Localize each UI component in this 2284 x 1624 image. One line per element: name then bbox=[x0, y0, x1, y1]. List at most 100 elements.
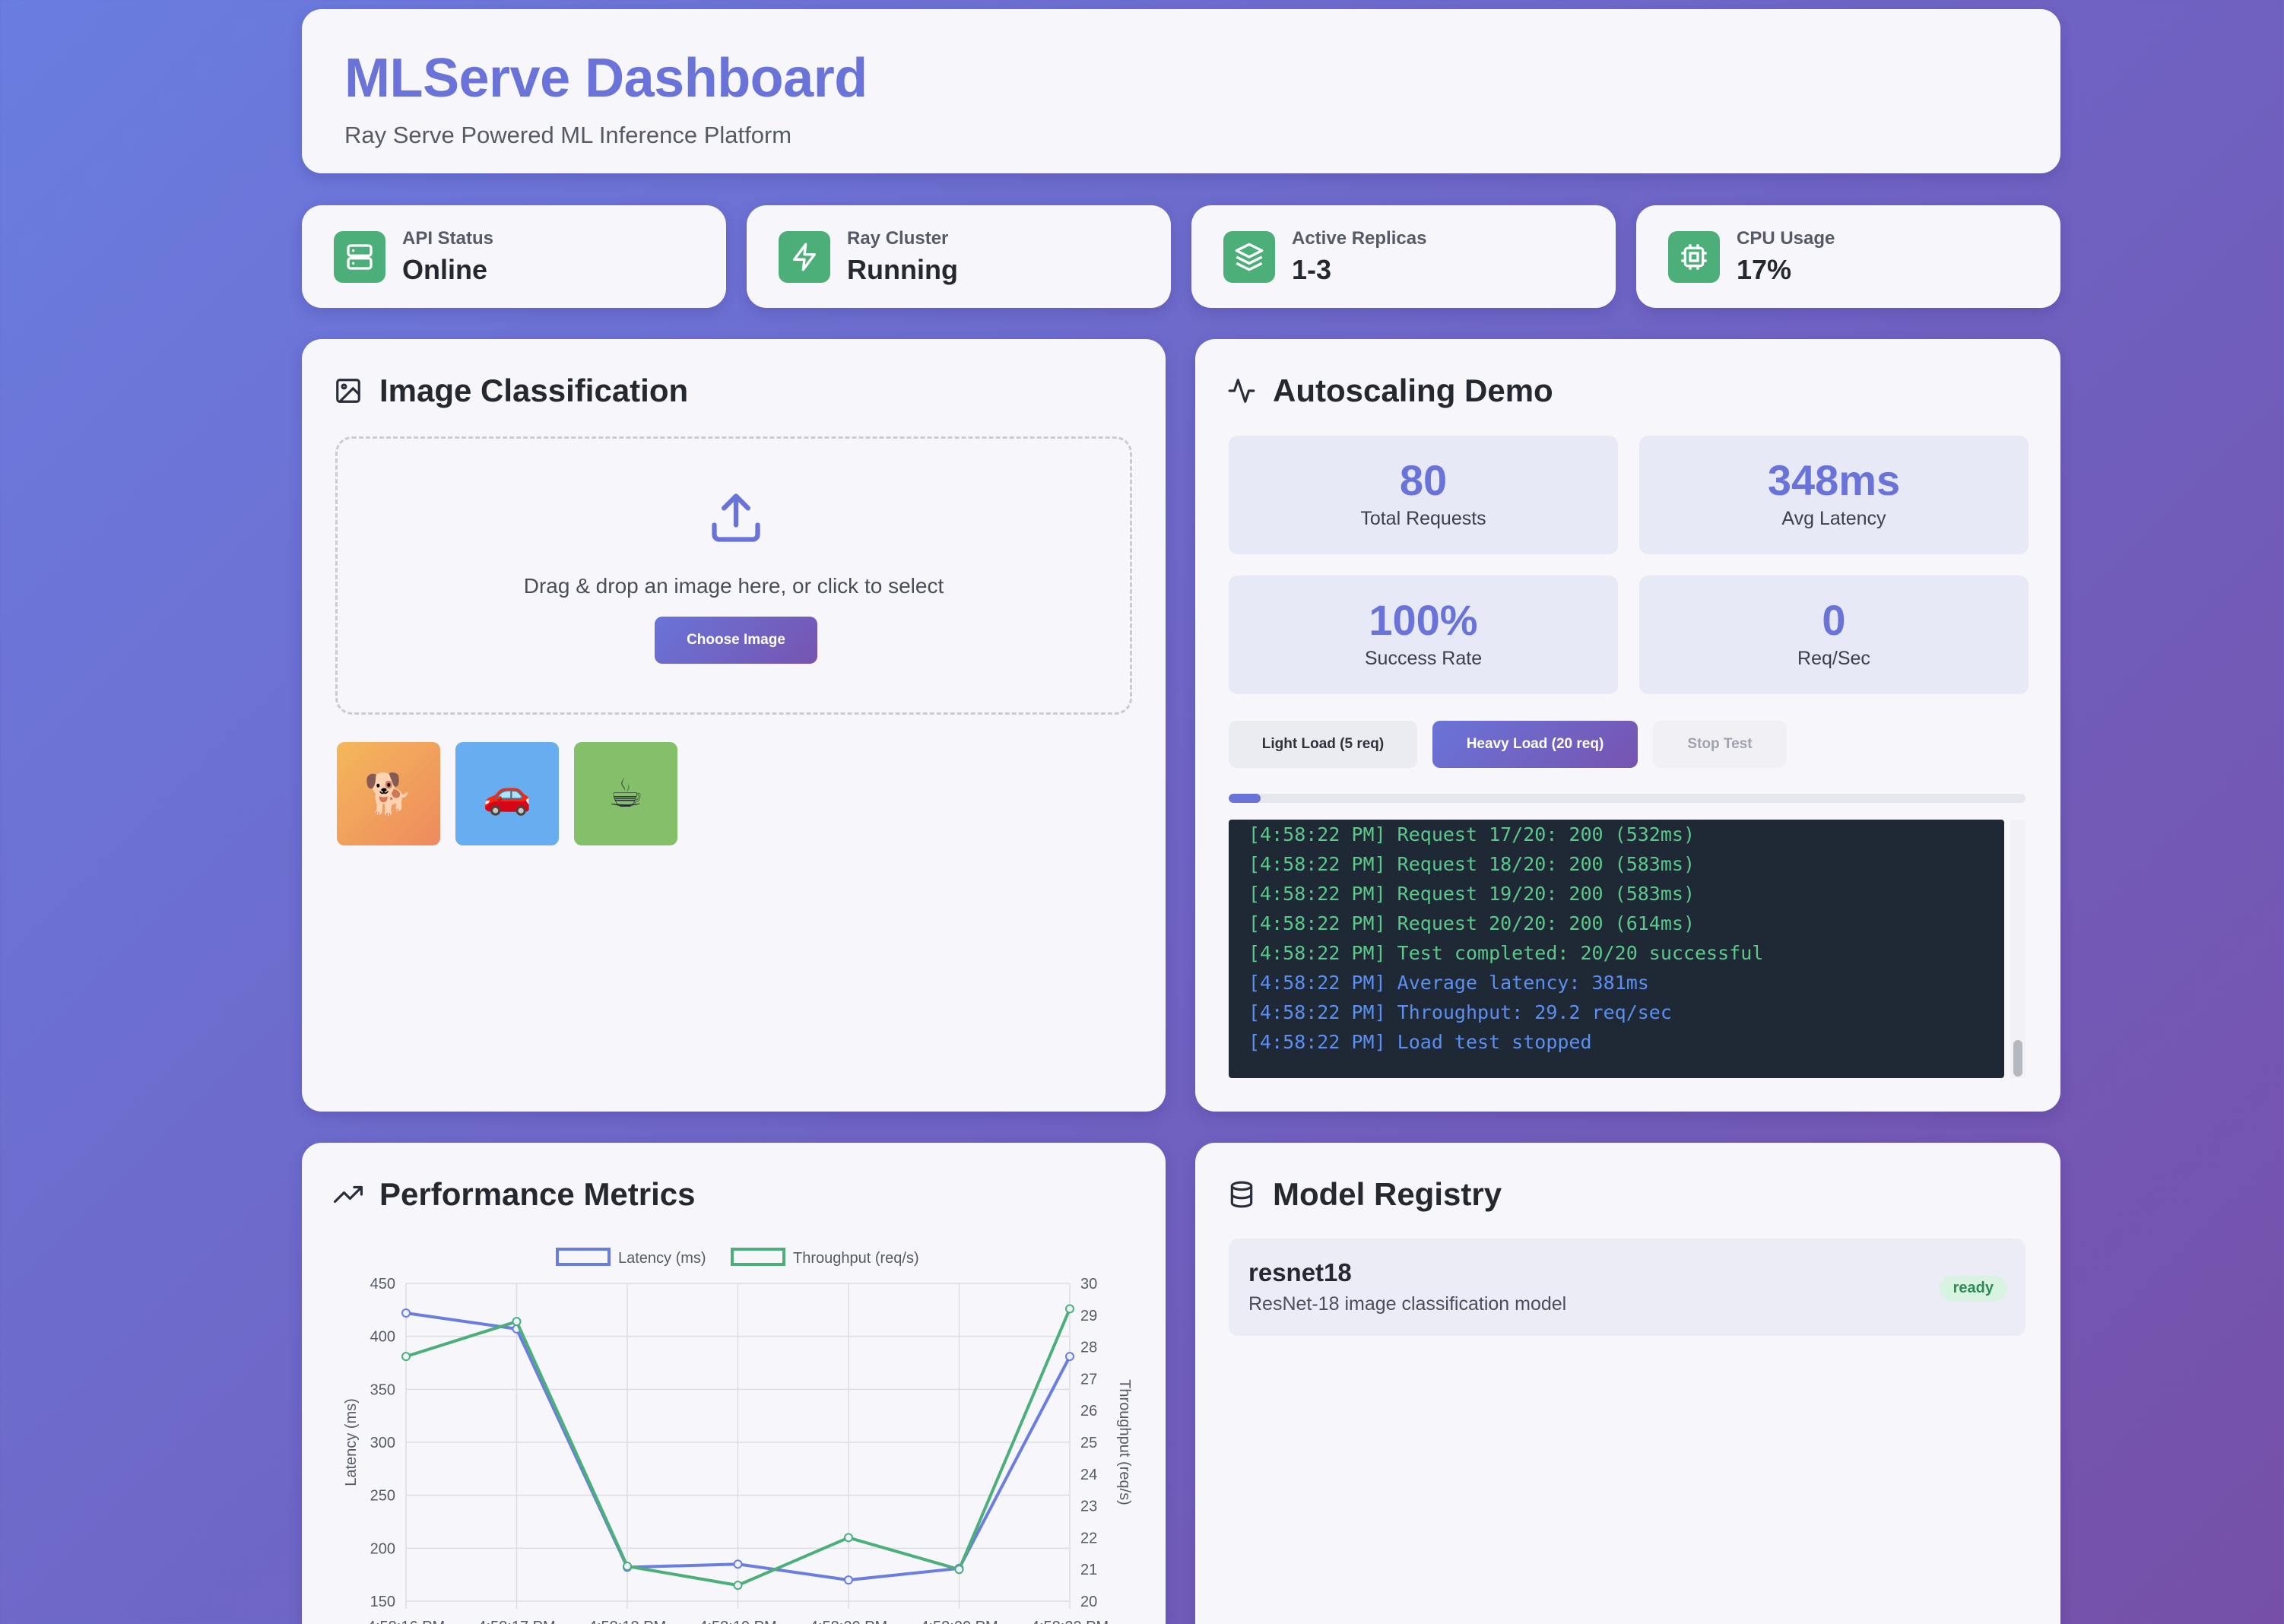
status-label: Active Replicas bbox=[1292, 228, 1427, 249]
y2-tick-label: 21 bbox=[1080, 1562, 1097, 1578]
y-tick-label: 200 bbox=[370, 1540, 395, 1557]
data-point bbox=[401, 1352, 411, 1362]
status-value: Running bbox=[847, 254, 958, 285]
sample-image-dog[interactable]: 🐕 bbox=[337, 742, 440, 845]
y2-axis-title: Throughput (req/s) bbox=[1116, 1379, 1133, 1505]
light-load-button[interactable]: Light Load (5 req) bbox=[1229, 721, 1417, 768]
status-value: 17% bbox=[1737, 254, 1792, 285]
sample-image-car[interactable]: 🚗 bbox=[455, 742, 559, 845]
y2-tick-label: 23 bbox=[1080, 1499, 1097, 1515]
legend-label: Latency (ms) bbox=[618, 1250, 706, 1267]
log-line: [4:58:22 PM] Throughput: 29.2 req/sec bbox=[1248, 1001, 1672, 1023]
app-title: MLServe Dashboard bbox=[344, 48, 868, 109]
metric-label: Total Requests bbox=[1360, 508, 1486, 529]
image-classification-title: Image Classification bbox=[379, 373, 689, 408]
log-line: [4:58:22 PM] Request 17/20: 200 (532ms) bbox=[1248, 823, 1695, 845]
autoscaling-title: Autoscaling Demo bbox=[1273, 373, 1553, 408]
metric-value: 80 bbox=[1399, 456, 1448, 504]
sample-image-coffee[interactable]: ☕ bbox=[574, 742, 677, 845]
log-line: [4:58:22 PM] Average latency: 381ms bbox=[1248, 972, 1649, 994]
x-tick-label: 4:58:18 PM bbox=[588, 1619, 666, 1624]
performance-title: Performance Metrics bbox=[379, 1176, 696, 1212]
database-icon bbox=[1230, 1181, 1253, 1208]
progress-fill bbox=[1229, 794, 1261, 803]
heavy-load-button[interactable]: Heavy Load (20 req) bbox=[1432, 721, 1638, 768]
metric-total-requests: 80 Total Requests bbox=[1229, 436, 1618, 554]
x-tick-label: 4:58:16 PM bbox=[367, 1619, 445, 1624]
trending-up-icon bbox=[334, 1185, 363, 1204]
data-point bbox=[401, 1308, 411, 1318]
model-registry-title: Model Registry bbox=[1273, 1176, 1502, 1212]
panel-title: Performance Metrics bbox=[334, 1176, 696, 1213]
performance-panel: Performance Metrics 150 200 250 300 350 400 45… bbox=[302, 1143, 1166, 1624]
metric-label: Avg Latency bbox=[1781, 508, 1886, 529]
metric-req-per-sec: 0 Req/Sec bbox=[1639, 576, 2029, 694]
x-tick-label: 4:58:22 PM bbox=[1031, 1619, 1109, 1624]
log-scrollbar[interactable] bbox=[2010, 820, 2025, 1078]
y2-tick-label: 22 bbox=[1080, 1530, 1097, 1546]
autoscaling-panel: Autoscaling Demo 80 Total Requests 348ms… bbox=[1195, 339, 2060, 1112]
y-tick-label: 150 bbox=[370, 1594, 395, 1610]
legend-label: Throughput (req/s) bbox=[793, 1250, 919, 1267]
image-icon bbox=[336, 379, 360, 403]
metric-label: Req/Sec bbox=[1797, 648, 1870, 669]
y-tick-label: 300 bbox=[370, 1435, 395, 1451]
data-point bbox=[844, 1533, 853, 1543]
data-point bbox=[512, 1317, 522, 1327]
y2-tick-label: 24 bbox=[1080, 1467, 1097, 1483]
image-classification-panel: Image Classification Drag & drop an imag… bbox=[302, 339, 1166, 1112]
image-dropzone[interactable]: Drag & drop an image here, or click to s… bbox=[335, 436, 1132, 715]
model-card[interactable]: resnet18 ResNet-18 image classification … bbox=[1229, 1239, 2025, 1336]
panel-title: Model Registry bbox=[1227, 1176, 1502, 1213]
app-subtitle: Ray Serve Powered ML Inference Platform bbox=[344, 122, 792, 148]
x-tick-label: 4:58:17 PM bbox=[477, 1619, 555, 1624]
model-description: ResNet-18 image classification model bbox=[1248, 1293, 1567, 1315]
log-line: [4:58:22 PM] Test completed: 20/20 succe… bbox=[1248, 942, 1764, 964]
metric-success-rate: 100% Success Rate bbox=[1229, 576, 1618, 694]
data-point bbox=[844, 1575, 853, 1585]
data-point bbox=[733, 1559, 743, 1569]
lightning-icon bbox=[779, 231, 830, 283]
y-tick-label: 350 bbox=[370, 1381, 395, 1398]
metric-avg-latency: 348ms Avg Latency bbox=[1639, 436, 2029, 554]
legend-swatch bbox=[731, 1248, 785, 1266]
data-point bbox=[733, 1581, 743, 1591]
stop-test-button[interactable]: Stop Test bbox=[1653, 721, 1787, 768]
metric-label: Success Rate bbox=[1364, 648, 1483, 669]
y2-tick-label: 26 bbox=[1080, 1403, 1097, 1419]
status-card-api: API Status Online bbox=[302, 205, 726, 308]
status-card-cpu: CPU Usage 17% bbox=[1636, 205, 2060, 308]
status-label: Ray Cluster bbox=[847, 228, 949, 249]
log-line: [4:58:22 PM] Request 20/20: 200 (614ms) bbox=[1248, 912, 1695, 934]
layers-icon bbox=[1223, 231, 1275, 283]
metric-value: 100% bbox=[1369, 596, 1478, 644]
y2-tick-label: 25 bbox=[1080, 1435, 1097, 1451]
x-tick-label: 4:58:20 PM bbox=[920, 1619, 998, 1624]
dropzone-text: Drag & drop an image here, or click to s… bbox=[523, 574, 944, 598]
activity-icon bbox=[1228, 379, 1255, 403]
data-point bbox=[1065, 1304, 1074, 1314]
status-card-replicas: Active Replicas 1-3 bbox=[1191, 205, 1616, 308]
load-test-progress-bar bbox=[1229, 794, 2025, 803]
panel-title: Image Classification bbox=[334, 373, 688, 409]
y-axis-title: Latency (ms) bbox=[343, 1398, 360, 1486]
y2-tick-label: 30 bbox=[1080, 1276, 1097, 1293]
load-test-log: [4:58:22 PM] Request 17/20: 200 (532ms) … bbox=[1229, 820, 2004, 1078]
status-card-ray: Ray Cluster Running bbox=[747, 205, 1171, 308]
y-tick-label: 250 bbox=[370, 1488, 395, 1505]
status-label: CPU Usage bbox=[1737, 228, 1835, 249]
y2-tick-label: 29 bbox=[1080, 1308, 1097, 1324]
status-value: 1-3 bbox=[1292, 254, 1332, 285]
choose-image-button[interactable]: Choose Image bbox=[655, 617, 817, 664]
status-label: API Status bbox=[402, 228, 494, 249]
log-line: [4:58:22 PM] Request 19/20: 200 (583ms) bbox=[1248, 883, 1695, 905]
model-name: resnet18 bbox=[1248, 1258, 1352, 1286]
y2-tick-label: 27 bbox=[1080, 1371, 1097, 1388]
y2-tick-label: 28 bbox=[1080, 1340, 1097, 1356]
upload-icon bbox=[712, 493, 760, 542]
data-point bbox=[1065, 1352, 1074, 1362]
y2-tick-label: 20 bbox=[1080, 1594, 1097, 1610]
log-scrollbar-thumb[interactable] bbox=[2013, 1040, 2022, 1077]
y-tick-label: 400 bbox=[370, 1329, 395, 1346]
model-status-badge: ready bbox=[1939, 1275, 2007, 1302]
